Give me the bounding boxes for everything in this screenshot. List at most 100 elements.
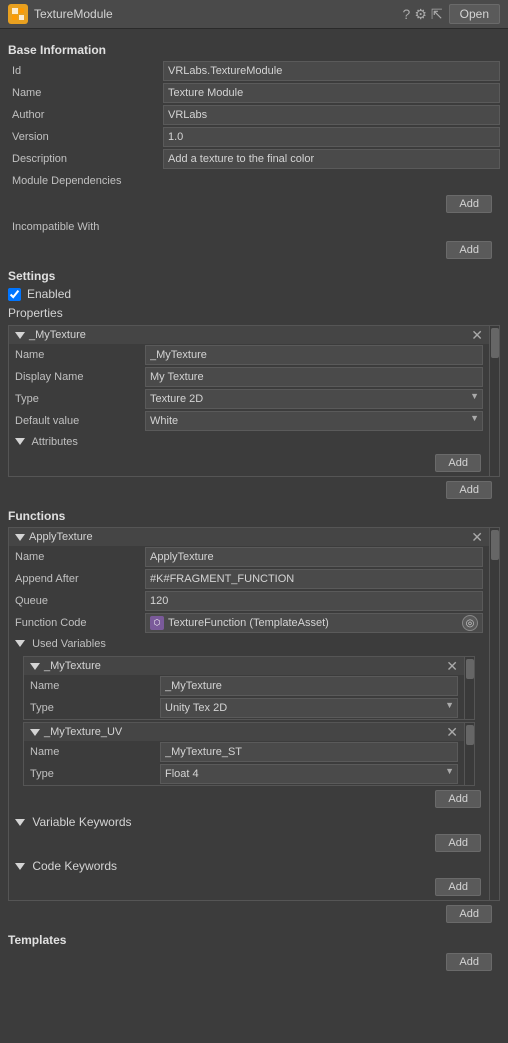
my-texture-uv-content: _MyTexture_UV ✕ Name T: [24, 723, 464, 785]
module-deps-add-row: Add: [8, 193, 500, 215]
my-texture-var: _MyTexture ✕ Name Type: [23, 656, 475, 720]
mtuv-type-label: Type: [30, 768, 160, 780]
my-texture-scrollbar[interactable]: [489, 326, 499, 476]
my-texture-attributes-row: Attributes: [9, 432, 489, 452]
my-texture-var-close-icon[interactable]: ✕: [446, 659, 458, 673]
module-deps-row: Module Dependencies: [8, 171, 500, 191]
settings-icon[interactable]: ⚙: [414, 6, 427, 23]
version-row: Version: [8, 127, 500, 147]
my-texture-type-select[interactable]: Texture 2D: [145, 389, 483, 409]
my-texture-default-select[interactable]: White: [145, 411, 483, 431]
my-texture-uv-block: _MyTexture_UV ✕ Name T: [23, 722, 475, 786]
var-keywords-add-row: Add: [9, 832, 489, 854]
var-keywords-label: Variable Keywords: [15, 815, 132, 829]
my-texture-var-with-scroll: _MyTexture ✕ Name Type: [24, 657, 474, 719]
id-input[interactable]: [163, 61, 500, 81]
my-texture-label: _MyTexture: [29, 329, 86, 341]
at-name-row: Name: [9, 546, 489, 568]
my-texture-type-row: Type Texture 2D: [9, 388, 489, 410]
apply-texture-scrollbar[interactable]: [489, 528, 499, 900]
code-keywords-label: Code Keywords: [15, 859, 117, 873]
my-texture-collapse-icon: [15, 332, 25, 339]
my-texture-var-title[interactable]: _MyTexture: [30, 660, 101, 672]
my-texture-display-input[interactable]: [145, 367, 483, 387]
base-info-header: Base Information: [8, 43, 500, 57]
author-label: Author: [8, 109, 163, 121]
my-texture-title[interactable]: _MyTexture: [15, 329, 86, 341]
apply-texture-close-icon[interactable]: ✕: [471, 530, 483, 544]
mtv-type-select-wrapper: Unity Tex 2D: [160, 698, 458, 718]
apply-texture-with-scroll: ApplyTexture ✕ Name Append After Queue: [9, 528, 499, 900]
apply-texture-title[interactable]: ApplyTexture: [15, 531, 93, 543]
module-deps-label: Module Dependencies: [8, 175, 163, 187]
used-vars-label-text: Used Variables: [32, 638, 106, 650]
my-texture-type-select-wrapper: Texture 2D: [145, 389, 483, 409]
at-func-code-row: Function Code ⬡ TextureFunction (Templat…: [9, 612, 489, 634]
at-used-vars-row: Used Variables: [9, 634, 489, 654]
version-label: Version: [8, 131, 163, 143]
properties-add-row: Add: [8, 479, 500, 501]
open-button[interactable]: Open: [449, 4, 500, 24]
external-icon[interactable]: ⇱: [431, 6, 443, 23]
used-vars-add-button[interactable]: Add: [435, 790, 481, 808]
at-func-code-value: ⬡ TextureFunction (TemplateAsset) ◎: [145, 613, 483, 633]
var-keywords-label-text: Variable Keywords: [32, 815, 131, 829]
at-name-input[interactable]: [145, 547, 483, 567]
my-texture-inner-add-row: Add: [9, 452, 489, 474]
at-append-input[interactable]: [145, 569, 483, 589]
my-texture-content: _MyTexture ✕ Name Display Name Type: [9, 326, 489, 476]
mtv-name-input[interactable]: [160, 676, 458, 696]
my-texture-uv-close-icon[interactable]: ✕: [446, 725, 458, 739]
incompatible-with-label: Incompatible With: [8, 221, 163, 233]
properties-add-button[interactable]: Add: [446, 481, 492, 499]
mtuv-type-select[interactable]: Float 4: [160, 764, 458, 784]
my-texture-var-collapse-icon: [30, 663, 40, 670]
enabled-checkbox[interactable]: [8, 288, 21, 301]
titlebar-right: ? ⚙ ⇱ Open: [403, 4, 500, 24]
titlebar-left: TextureModule: [8, 4, 113, 24]
my-texture-uv-title[interactable]: _MyTexture_UV: [30, 726, 122, 738]
used-vars-collapse-icon: [15, 640, 25, 647]
at-func-code-label: Function Code: [15, 617, 145, 629]
titlebar: TextureModule ? ⚙ ⇱ Open: [0, 0, 508, 29]
mtv-name-label: Name: [30, 680, 160, 692]
my-texture-with-scroll: _MyTexture ✕ Name Display Name Type: [9, 326, 499, 476]
mtuv-name-label: Name: [30, 746, 160, 758]
my-texture-uv-collapse-icon: [30, 729, 40, 736]
templates-header: Templates: [8, 933, 500, 947]
description-label: Description: [8, 153, 163, 165]
templates-add-button[interactable]: Add: [446, 953, 492, 971]
mtuv-scrollbar[interactable]: [464, 723, 474, 785]
module-deps-add-button[interactable]: Add: [446, 195, 492, 213]
my-texture-attributes-label: Attributes: [15, 436, 145, 448]
incompatible-add-button[interactable]: Add: [446, 241, 492, 259]
mtuv-name-input[interactable]: [160, 742, 458, 762]
at-queue-input[interactable]: [145, 591, 483, 611]
my-texture-name-input[interactable]: [145, 345, 483, 365]
my-texture-display-name-row: Display Name: [9, 366, 489, 388]
my-texture-property: _MyTexture ✕ Name Display Name Type: [8, 325, 500, 477]
my-texture-close-icon[interactable]: ✕: [471, 328, 483, 342]
help-icon[interactable]: ?: [403, 6, 411, 23]
var-keywords-add-button[interactable]: Add: [435, 834, 481, 852]
version-input[interactable]: [163, 127, 500, 147]
apply-texture-content: ApplyTexture ✕ Name Append After Queue: [9, 528, 489, 900]
name-input[interactable]: [163, 83, 500, 103]
mtv-type-select[interactable]: Unity Tex 2D: [160, 698, 458, 718]
settings-section: Settings Enabled Properties _MyTexture ✕: [8, 269, 500, 501]
at-func-code-btn[interactable]: ◎: [462, 615, 478, 631]
mtv-scrollbar[interactable]: [464, 657, 474, 719]
code-keywords-add-button[interactable]: Add: [435, 878, 481, 896]
author-input[interactable]: [163, 105, 500, 125]
apply-texture-header: ApplyTexture ✕: [9, 528, 489, 546]
description-input[interactable]: [163, 149, 500, 169]
apply-texture-block: ApplyTexture ✕ Name Append After Queue: [8, 527, 500, 901]
at-queue-label: Queue: [15, 595, 145, 607]
my-texture-default-label: Default value: [15, 415, 145, 427]
main-content: Base Information Id Name Author Version …: [0, 29, 508, 985]
my-texture-inner-add-button[interactable]: Add: [435, 454, 481, 472]
my-texture-var-block: _MyTexture ✕ Name Type: [23, 656, 475, 720]
functions-add-button[interactable]: Add: [446, 905, 492, 923]
functions-section: Functions ApplyTexture ✕ Name: [8, 509, 500, 925]
template-asset-icon: ⬡: [150, 616, 164, 630]
